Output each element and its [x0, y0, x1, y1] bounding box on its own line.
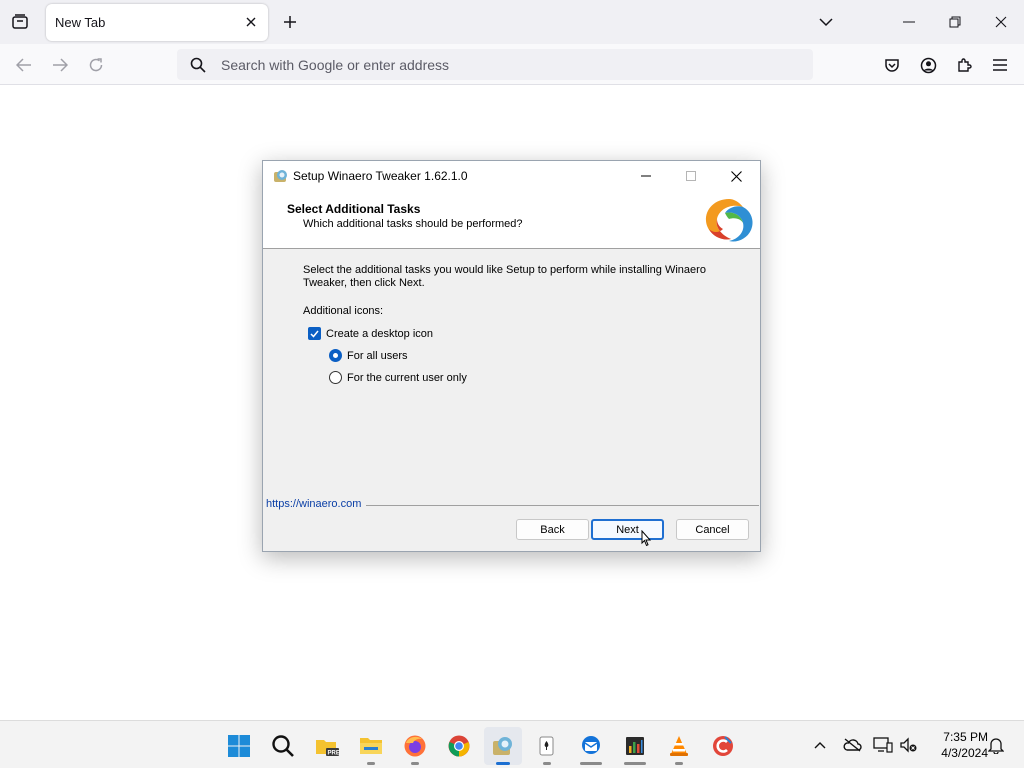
file-explorer-icon[interactable] — [352, 727, 390, 765]
search-icon — [190, 57, 206, 73]
radio-all-users[interactable] — [329, 349, 342, 362]
radio-all-users-row[interactable]: For all users — [329, 349, 408, 362]
header-subtitle: Which additional tasks should be perform… — [303, 218, 523, 230]
chrome-icon[interactable] — [440, 727, 478, 765]
running-indicator — [496, 762, 510, 765]
close-tab-icon[interactable] — [242, 13, 260, 31]
radio-current-user-row[interactable]: For the current user only — [329, 371, 467, 384]
tab-title: New Tab — [55, 15, 106, 30]
url-bar[interactable] — [177, 49, 813, 80]
dialog-body: Select the additional tasks you would li… — [303, 264, 723, 384]
mouse-cursor-icon — [641, 530, 652, 547]
back-button[interactable]: Back — [516, 519, 589, 540]
menu-icon[interactable] — [987, 52, 1013, 78]
thunderbird-icon[interactable] — [572, 727, 610, 765]
dialog-maximize-icon — [670, 163, 712, 189]
header-title: Select Additional Tasks — [287, 202, 421, 216]
desktop-icon-label: Create a desktop icon — [326, 327, 434, 340]
volume-muted-icon[interactable] — [899, 735, 919, 755]
file-explorer-preview-icon[interactable]: PRE — [308, 727, 346, 765]
running-indicator — [675, 762, 683, 765]
new-tab-icon[interactable] — [278, 10, 302, 34]
radio-current-user[interactable] — [329, 371, 342, 384]
winaero-setup-icon[interactable] — [484, 727, 522, 765]
radio-all-users-label: For all users — [347, 349, 408, 362]
forward-arrow-icon[interactable] — [47, 52, 73, 78]
network-icon[interactable] — [873, 735, 893, 755]
running-indicator — [624, 762, 646, 765]
taskbar: PRE 7:35 PM 4/3/2024 — [0, 720, 1024, 768]
desktop-icon-checkbox-row[interactable]: Create a desktop icon — [308, 327, 433, 340]
vlc-icon[interactable] — [660, 727, 698, 765]
next-button[interactable]: Next — [591, 519, 664, 540]
radio-current-user-label: For the current user only — [347, 371, 467, 384]
running-indicator — [580, 762, 602, 765]
show-hidden-icons-icon[interactable] — [810, 735, 830, 755]
additional-icons-label: Additional icons: — [303, 305, 384, 317]
browser-tab-bar: New Tab — [0, 0, 1024, 44]
ccleaner-icon[interactable] — [704, 727, 742, 765]
solitaire-icon[interactable] — [528, 727, 566, 765]
restore-window-icon[interactable] — [932, 6, 978, 38]
setup-description: Select the additional tasks you would li… — [303, 264, 706, 289]
svg-text:PRE: PRE — [328, 751, 340, 757]
start-icon[interactable] — [220, 727, 258, 765]
setup-app-icon — [274, 170, 287, 182]
task-manager-icon[interactable] — [616, 727, 654, 765]
back-arrow-icon[interactable] — [11, 52, 37, 78]
clock-time: 7:35 PM — [943, 730, 988, 744]
dialog-header: Select Additional Tasks Which additional… — [263, 191, 760, 249]
cancel-button[interactable]: Cancel — [676, 519, 749, 540]
list-all-tabs-icon[interactable] — [814, 10, 838, 34]
desktop-icon-checkbox[interactable] — [308, 327, 321, 340]
onedrive-icon[interactable] — [842, 735, 862, 755]
firefox-icon[interactable] — [396, 727, 434, 765]
search-icon[interactable] — [264, 727, 302, 765]
account-icon[interactable] — [915, 52, 941, 78]
extensions-icon[interactable] — [951, 52, 977, 78]
pocket-icon[interactable] — [879, 52, 905, 78]
setup-dialog: Setup Winaero Tweaker 1.62.1.0 Select Ad… — [262, 160, 761, 552]
dialog-close-icon[interactable] — [715, 163, 757, 189]
dialog-title: Setup Winaero Tweaker 1.62.1.0 — [293, 169, 468, 183]
notification-bell-icon[interactable] — [986, 735, 1006, 755]
taskbar-clock[interactable]: 7:35 PM 4/3/2024 — [926, 729, 988, 761]
close-window-icon[interactable] — [978, 6, 1024, 38]
tab-list-icon[interactable] — [8, 10, 32, 34]
winaero-logo-icon — [705, 199, 753, 242]
winaero-link[interactable]: https://winaero.com — [266, 498, 367, 510]
url-input[interactable] — [221, 56, 781, 74]
dialog-title-bar[interactable]: Setup Winaero Tweaker 1.62.1.0 — [263, 161, 760, 191]
dialog-minimize-icon[interactable] — [625, 163, 667, 189]
running-indicator — [543, 762, 551, 765]
clock-date: 4/3/2024 — [941, 746, 988, 760]
running-indicator — [367, 762, 375, 765]
tab-new-tab[interactable]: New Tab — [46, 4, 268, 41]
reload-icon[interactable] — [83, 52, 109, 78]
browser-nav-bar — [0, 44, 1024, 85]
running-indicator — [411, 762, 419, 765]
minimize-window-icon[interactable] — [886, 6, 932, 38]
